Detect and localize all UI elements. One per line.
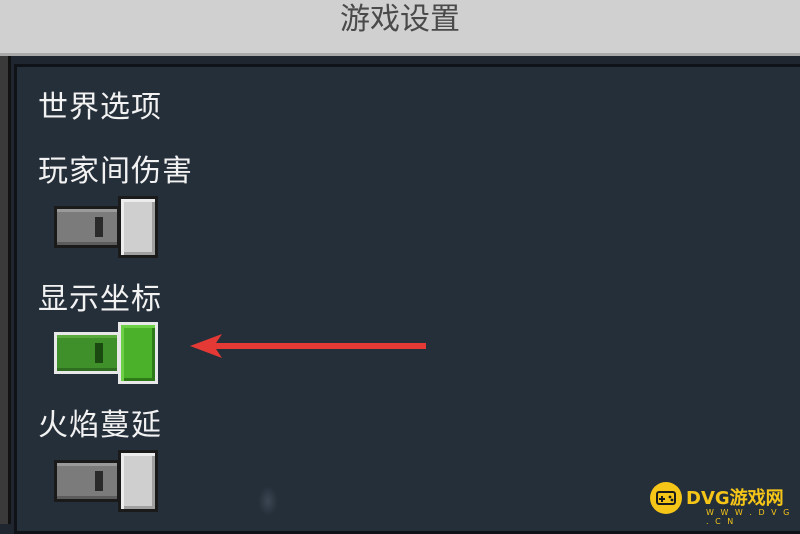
watermark-brand: DVG游戏网: [686, 488, 784, 509]
left-scroll-strip: [0, 56, 11, 524]
option-label-pvp: 玩家间伤害: [38, 154, 193, 189]
watermark-url: W W W . D V G . C N: [706, 508, 792, 526]
toggle-track: [54, 332, 120, 374]
toggle-track: [54, 460, 120, 502]
toggle-fire-spread[interactable]: [54, 450, 158, 512]
cursor-shadow: [258, 486, 278, 516]
toggle-notch: [95, 343, 103, 363]
gamepad-logo-icon: [650, 482, 682, 514]
watermark-logo: DVG游戏网 W W W . D V G . C N: [644, 476, 800, 526]
option-label-show-coordinates: 显示坐标: [38, 282, 162, 317]
gamepad-glyph: [656, 491, 676, 505]
toggle-track: [54, 206, 120, 248]
toggle-notch: [95, 471, 103, 491]
toggle-knob: [118, 322, 158, 384]
toggle-knob: [118, 450, 158, 512]
toggle-notch: [95, 217, 103, 237]
page-title: 游戏设置: [340, 2, 460, 37]
toggle-knob: [118, 196, 158, 258]
section-title: 世界选项: [38, 90, 162, 125]
toggle-pvp[interactable]: [54, 196, 158, 258]
title-bar: 游戏设置: [0, 0, 800, 56]
option-label-fire-spread: 火焰蔓延: [38, 408, 162, 443]
red-arrow-icon: [190, 334, 426, 358]
toggle-show-coordinates[interactable]: [54, 322, 158, 384]
